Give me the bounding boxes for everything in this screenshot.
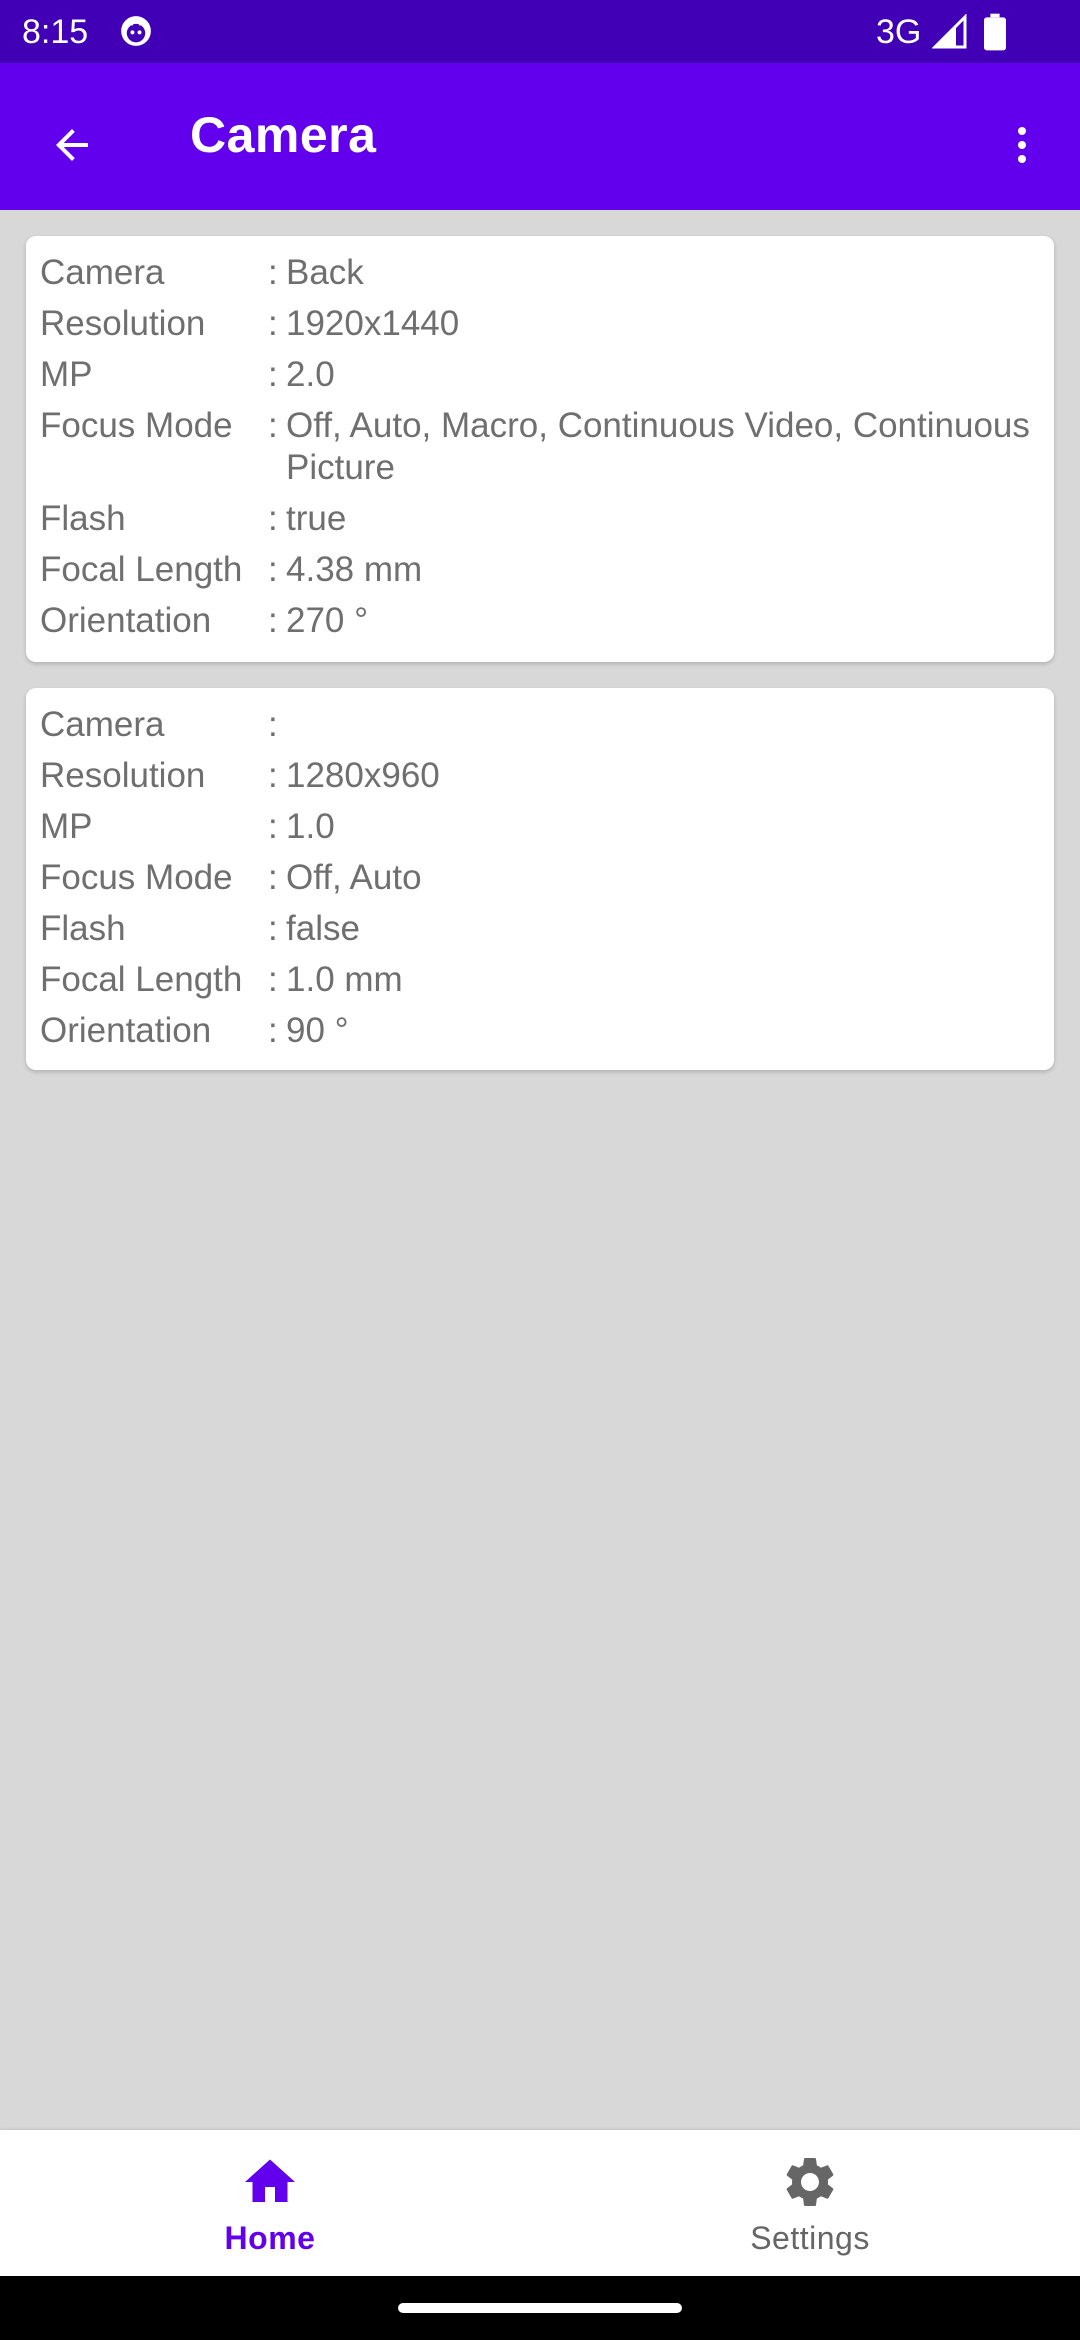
row-separator: :: [268, 756, 278, 795]
row-separator: :: [268, 499, 278, 538]
info-row-flash: Flash : false: [40, 903, 1040, 954]
info-row-resolution: Resolution : 1920x1440: [40, 298, 1040, 349]
gear-icon: [786, 2158, 834, 2206]
info-row-camera: Camera :: [40, 699, 1040, 750]
status-bar: 8:15 3G: [0, 0, 1080, 63]
row-value: [286, 699, 1040, 750]
row-label: Focus Mode: [40, 406, 233, 445]
row-value: 1920x1440: [286, 304, 460, 343]
row-value: false: [286, 909, 360, 948]
nav-item-home[interactable]: Home: [0, 2130, 540, 2276]
row-label: MP: [40, 807, 93, 846]
home-gesture-handle[interactable]: [398, 2303, 682, 2313]
network-type: 3G: [876, 13, 922, 51]
row-label: Flash: [40, 499, 126, 538]
nav-label-settings: Settings: [750, 2220, 870, 2256]
row-separator: :: [268, 807, 278, 846]
row-label: Resolution: [40, 304, 206, 343]
row-separator: :: [268, 550, 278, 589]
info-row-orientation: Orientation : 270 °: [40, 595, 1040, 646]
page-title: Camera: [190, 107, 377, 163]
status-time: 8:15: [22, 13, 89, 51]
signal-icon: [932, 14, 967, 49]
row-label: Camera: [40, 253, 165, 292]
row-value: 1.0 mm: [286, 960, 403, 999]
camera-card-front: Camera : Resolution : 1280x960 MP : 1.0 …: [26, 688, 1054, 1070]
info-row-camera: Camera : Back: [40, 247, 1040, 298]
info-row-flash: Flash : true: [40, 493, 1040, 544]
system-navigation-bar: [0, 2276, 1080, 2340]
info-row-orientation: Orientation : 90 °: [40, 1005, 1040, 1056]
row-label: Camera: [40, 705, 165, 744]
row-label: Resolution: [40, 756, 206, 795]
row-label: Focal Length: [40, 960, 243, 999]
row-separator: :: [268, 406, 278, 445]
row-value: Off, Auto, Macro, Continuous Video, Cont…: [286, 406, 1030, 487]
row-label: Focus Mode: [40, 858, 233, 897]
info-row-mp: MP : 1.0: [40, 801, 1040, 852]
notification-face-icon: [121, 16, 151, 46]
row-value: 2.0: [286, 355, 335, 394]
camera-card-back: Camera : Back Resolution : 1920x1440 MP …: [26, 236, 1054, 662]
info-row-focal-length: Focal Length : 1.0 mm: [40, 954, 1040, 1005]
row-separator: :: [268, 355, 278, 394]
row-label: MP: [40, 355, 93, 394]
row-value: true: [286, 499, 347, 538]
row-value: Back: [286, 253, 364, 292]
battery-icon: [984, 13, 1006, 51]
home-icon: [245, 2159, 295, 2202]
row-separator: :: [268, 909, 278, 948]
info-row-resolution: Resolution : 1280x960: [40, 750, 1040, 801]
row-separator: :: [268, 253, 278, 292]
row-label: Orientation: [40, 601, 212, 640]
nav-label-home: Home: [224, 2220, 316, 2256]
overflow-menu-button[interactable]: [984, 103, 1060, 187]
nav-item-settings[interactable]: Settings: [540, 2130, 1080, 2276]
row-value: 4.38 mm: [286, 550, 423, 589]
row-separator: :: [268, 1011, 278, 1050]
row-separator: :: [268, 960, 278, 999]
row-value: 1.0: [286, 807, 335, 846]
row-label: Focal Length: [40, 550, 243, 589]
more-vert-icon: [1018, 127, 1026, 163]
row-separator: :: [268, 304, 278, 343]
row-separator: :: [268, 858, 278, 897]
info-row-focus-mode: Focus Mode : Off, Auto: [40, 852, 1040, 903]
row-value: 1280x960: [286, 756, 440, 795]
info-row-mp: MP : 2.0: [40, 349, 1040, 400]
row-value: 270 °: [286, 601, 369, 640]
row-separator: :: [268, 705, 278, 744]
row-label: Orientation: [40, 1011, 212, 1050]
bottom-navigation: Home Settings: [0, 2130, 1080, 2276]
app-bar: Camera: [0, 63, 1080, 210]
info-row-focus-mode: Focus Mode : Off, Auto, Macro, Continuou…: [40, 400, 1040, 493]
info-row-focal-length: Focal Length : 4.38 mm: [40, 544, 1040, 595]
row-value: Off, Auto: [286, 858, 422, 897]
back-button[interactable]: [30, 103, 114, 187]
arrow-back-icon: [56, 129, 88, 161]
row-value: 90 °: [286, 1011, 349, 1050]
row-separator: :: [268, 601, 278, 640]
row-label: Flash: [40, 909, 126, 948]
